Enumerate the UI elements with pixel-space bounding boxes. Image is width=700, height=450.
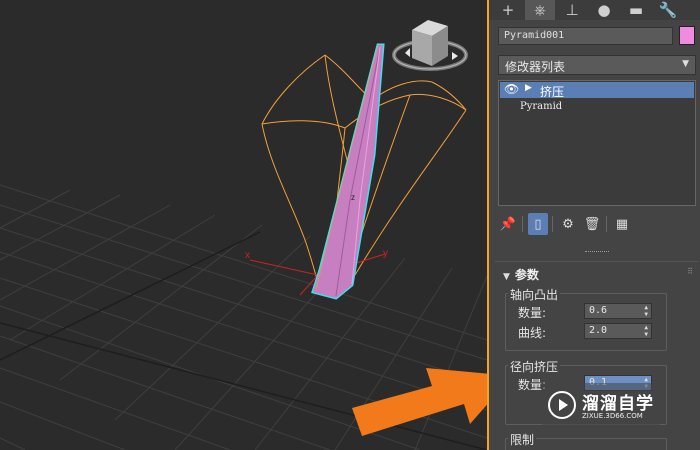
parameters-rollout-header[interactable]: ▼ 参数 bbox=[503, 266, 539, 283]
axis-label-z: z bbox=[351, 193, 355, 202]
watermark-url: ZIXUE.3D66.COM bbox=[582, 412, 643, 420]
parameters-title: 参数 bbox=[514, 268, 539, 282]
axis-label-y: y bbox=[383, 248, 388, 259]
utilities-icon[interactable]: 🔧 bbox=[653, 0, 683, 20]
axial-curve-spinner[interactable]: 2.0 ▲ ▼ bbox=[584, 323, 652, 339]
radial-squeeze-title: 径向挤压 bbox=[508, 358, 561, 375]
object-name-field[interactable]: Pyramid001 bbox=[498, 27, 673, 45]
make-unique-icon[interactable]: ⚙ bbox=[558, 213, 578, 235]
spinner-arrows-icon[interactable]: ▲▼ bbox=[644, 324, 648, 338]
display-icon[interactable]: ▬ bbox=[621, 0, 651, 20]
viewport[interactable]: x y z bbox=[0, 0, 487, 450]
axis-label-x: x bbox=[245, 250, 250, 261]
caret-down-icon: ▼ bbox=[503, 272, 510, 282]
remove-modifier-icon[interactable]: 🗑 bbox=[582, 213, 602, 235]
limits-group: 限制 bbox=[505, 431, 667, 450]
command-panel-tabs: + ⎈ ⊥ ● ▬ 🔧 bbox=[489, 0, 700, 20]
play-logo-icon bbox=[548, 391, 576, 419]
eye-icon[interactable]: 👁 bbox=[504, 82, 519, 96]
axial-bulge-group: 轴向凸出 数量: 0.6 ▲ ▼ 曲线: 2.0 ▲ ▼ bbox=[505, 286, 667, 351]
plus-icon[interactable]: + bbox=[493, 0, 523, 20]
stack-item-label: Pyramid bbox=[520, 101, 563, 112]
stack-toolbar: 📌 ▯ ⚙ 🗑 ▦ bbox=[498, 213, 696, 235]
show-end-result-icon[interactable]: ▯ bbox=[528, 213, 548, 235]
chevron-down-icon: ▼ bbox=[682, 59, 689, 69]
axial-curve-value: 2.0 bbox=[589, 325, 608, 336]
view-cube[interactable] bbox=[392, 20, 468, 71]
object-color-swatch[interactable] bbox=[679, 26, 695, 45]
watermark: 溜溜自学 ZIXUE.3D66.COM bbox=[542, 383, 660, 427]
modifier-list-label: 修改器列表 bbox=[505, 60, 566, 74]
pin-stack-icon[interactable]: 📌 bbox=[498, 213, 518, 235]
configure-modifier-sets-icon[interactable]: ▦ bbox=[612, 213, 632, 235]
modifier-list-dropdown[interactable]: 修改器列表 ▼ bbox=[498, 55, 696, 75]
stack-item-squeeze[interactable]: 👁 ▶ 挤压 bbox=[500, 82, 694, 99]
pyramid-object bbox=[311, 43, 385, 300]
axial-amount-spinner[interactable]: 0.6 ▲ ▼ bbox=[584, 303, 652, 319]
watermark-title: 溜溜自学 bbox=[582, 394, 654, 414]
hierarchy-icon[interactable]: ⊥ bbox=[557, 0, 587, 20]
rollout-grip-icon: ⠿ bbox=[687, 267, 693, 276]
limits-title: 限制 bbox=[508, 431, 537, 448]
axial-bulge-title: 轴向凸出 bbox=[508, 286, 561, 303]
axial-curve-label: 曲线: bbox=[518, 326, 547, 340]
panel-resize-grip[interactable] bbox=[585, 251, 609, 254]
stack-item-pyramid[interactable]: Pyramid bbox=[500, 100, 694, 116]
modify-icon[interactable]: ⎈ bbox=[525, 0, 555, 20]
modifier-stack: 👁 ▶ 挤压 Pyramid bbox=[498, 80, 696, 206]
motion-icon[interactable]: ● bbox=[589, 0, 619, 20]
annotation-arrow bbox=[352, 368, 487, 436]
axial-amount-label: 数量: bbox=[518, 306, 547, 320]
expand-triangle-icon[interactable]: ▶ bbox=[525, 83, 532, 93]
stack-item-label: 挤压 bbox=[540, 85, 565, 99]
axial-amount-value: 0.6 bbox=[589, 305, 608, 316]
spinner-arrows-icon[interactable]: ▲▼ bbox=[644, 304, 648, 318]
viewport-scene: x y z bbox=[0, 20, 487, 450]
